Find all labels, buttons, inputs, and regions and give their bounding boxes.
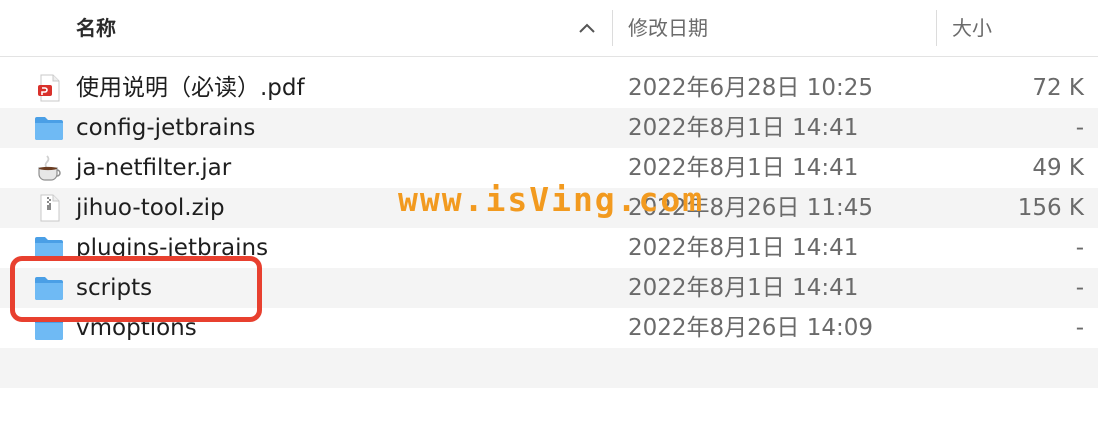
column-size-header[interactable]: 大小 [952, 0, 992, 56]
file-row[interactable]: 使用说明（必读）.pdf 2022年6月28日 10:25 72 K [0, 68, 1098, 108]
folder-icon [35, 117, 63, 140]
highlight-box [10, 256, 262, 322]
file-date: 2022年8月1日 14:41 [628, 115, 859, 141]
java-jar-icon [38, 155, 61, 181]
pdf-icon [38, 74, 60, 102]
file-date: 2022年8月1日 14:41 [628, 275, 859, 301]
file-name: config-jetbrains [76, 115, 256, 141]
zip-icon [40, 194, 60, 222]
file-size: 156 K [1017, 195, 1084, 221]
column-header: 名称 修改日期 大小 [0, 0, 1098, 57]
watermark-text: www.isVing.com [398, 180, 705, 219]
column-divider[interactable] [936, 10, 937, 46]
file-size: - [1075, 315, 1084, 341]
file-date: 2022年8月1日 14:41 [628, 235, 859, 261]
column-name-header[interactable]: 名称 [76, 0, 116, 56]
column-divider[interactable] [612, 10, 613, 46]
file-size: - [1075, 235, 1084, 261]
chevron-up-icon[interactable] [576, 19, 598, 37]
file-date: 2022年6月28日 10:25 [628, 75, 874, 101]
empty-row [0, 348, 1098, 388]
file-size: - [1075, 115, 1084, 141]
file-date: 2022年8月26日 14:09 [628, 315, 874, 341]
file-size: 49 K [1032, 155, 1084, 181]
column-date-header[interactable]: 修改日期 [628, 0, 708, 56]
file-size: - [1075, 275, 1084, 301]
file-size: 72 K [1032, 75, 1084, 101]
file-name: 使用说明（必读）.pdf [76, 75, 305, 101]
file-list: 使用说明（必读）.pdf 2022年6月28日 10:25 72 K confi… [0, 68, 1098, 388]
file-row[interactable]: config-jetbrains 2022年8月1日 14:41 - [0, 108, 1098, 148]
file-name: ja-netfilter.jar [76, 155, 232, 181]
file-name: jihuo-tool.zip [76, 195, 225, 221]
